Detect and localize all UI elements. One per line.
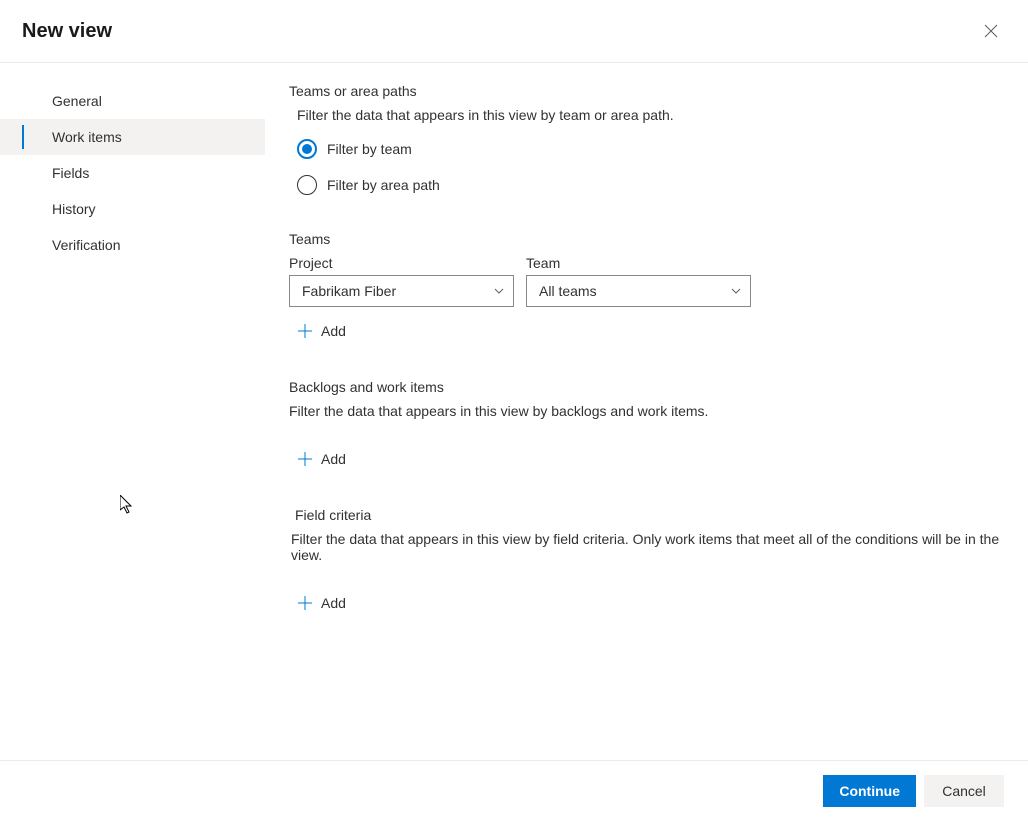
add-label: Add: [321, 451, 346, 467]
add-field-criteria-button[interactable]: Add: [297, 591, 346, 615]
dropdown-value: Fabrikam Fiber: [302, 283, 396, 299]
radio-filter-by-area-path[interactable]: Filter by area path: [297, 175, 1004, 195]
section-teams: Teams Project Fabrikam Fiber Team: [289, 231, 1004, 343]
plus-icon: [297, 595, 313, 611]
section-title: Backlogs and work items: [289, 379, 1004, 395]
add-label: Add: [321, 323, 346, 339]
radio-filter-by-team[interactable]: Filter by team: [297, 139, 1004, 159]
section-backlogs: Backlogs and work items Filter the data …: [289, 379, 1004, 471]
sidebar-item-label: General: [52, 93, 102, 109]
section-description: Filter the data that appears in this vie…: [291, 531, 1004, 563]
plus-icon: [297, 323, 313, 339]
section-description: Filter the data that appears in this vie…: [297, 107, 1004, 123]
sidebar: General Work items Fields History Verifi…: [0, 63, 265, 760]
section-description: Filter the data that appears in this vie…: [289, 403, 1004, 419]
chevron-down-icon: [493, 285, 505, 297]
close-icon: [984, 24, 998, 38]
radio-label: Filter by area path: [327, 177, 440, 193]
radio-icon: [297, 139, 317, 159]
sidebar-item-label: Verification: [52, 237, 120, 253]
dropdown-value: All teams: [539, 283, 597, 299]
dialog-footer: Continue Cancel: [0, 760, 1028, 821]
section-title: Teams: [289, 231, 1004, 247]
dialog-title: New view: [22, 20, 112, 43]
close-button[interactable]: [978, 18, 1004, 44]
chevron-down-icon: [730, 285, 742, 297]
add-label: Add: [321, 595, 346, 611]
sidebar-item-general[interactable]: General: [0, 83, 265, 119]
sidebar-item-work-items[interactable]: Work items: [0, 119, 265, 155]
continue-button[interactable]: Continue: [823, 775, 916, 807]
dialog-header: New view: [0, 0, 1028, 63]
team-label: Team: [526, 255, 751, 271]
radio-icon: [297, 175, 317, 195]
sidebar-item-label: Fields: [52, 165, 89, 181]
sidebar-item-label: Work items: [52, 129, 122, 145]
sidebar-item-label: History: [52, 201, 96, 217]
content-panel: Teams or area paths Filter the data that…: [265, 63, 1028, 760]
plus-icon: [297, 451, 313, 467]
project-label: Project: [289, 255, 514, 271]
sidebar-item-fields[interactable]: Fields: [0, 155, 265, 191]
section-field-criteria: Field criteria Filter the data that appe…: [289, 507, 1004, 615]
add-team-button[interactable]: Add: [297, 319, 346, 343]
add-backlog-button[interactable]: Add: [297, 447, 346, 471]
section-title: Teams or area paths: [289, 83, 1004, 99]
project-dropdown[interactable]: Fabrikam Fiber: [289, 275, 514, 307]
team-dropdown[interactable]: All teams: [526, 275, 751, 307]
radio-label: Filter by team: [327, 141, 412, 157]
section-title: Field criteria: [295, 507, 1004, 523]
section-teams-or-area: Teams or area paths Filter the data that…: [289, 83, 1004, 195]
cancel-button[interactable]: Cancel: [924, 775, 1004, 807]
sidebar-item-verification[interactable]: Verification: [0, 227, 265, 263]
sidebar-item-history[interactable]: History: [0, 191, 265, 227]
